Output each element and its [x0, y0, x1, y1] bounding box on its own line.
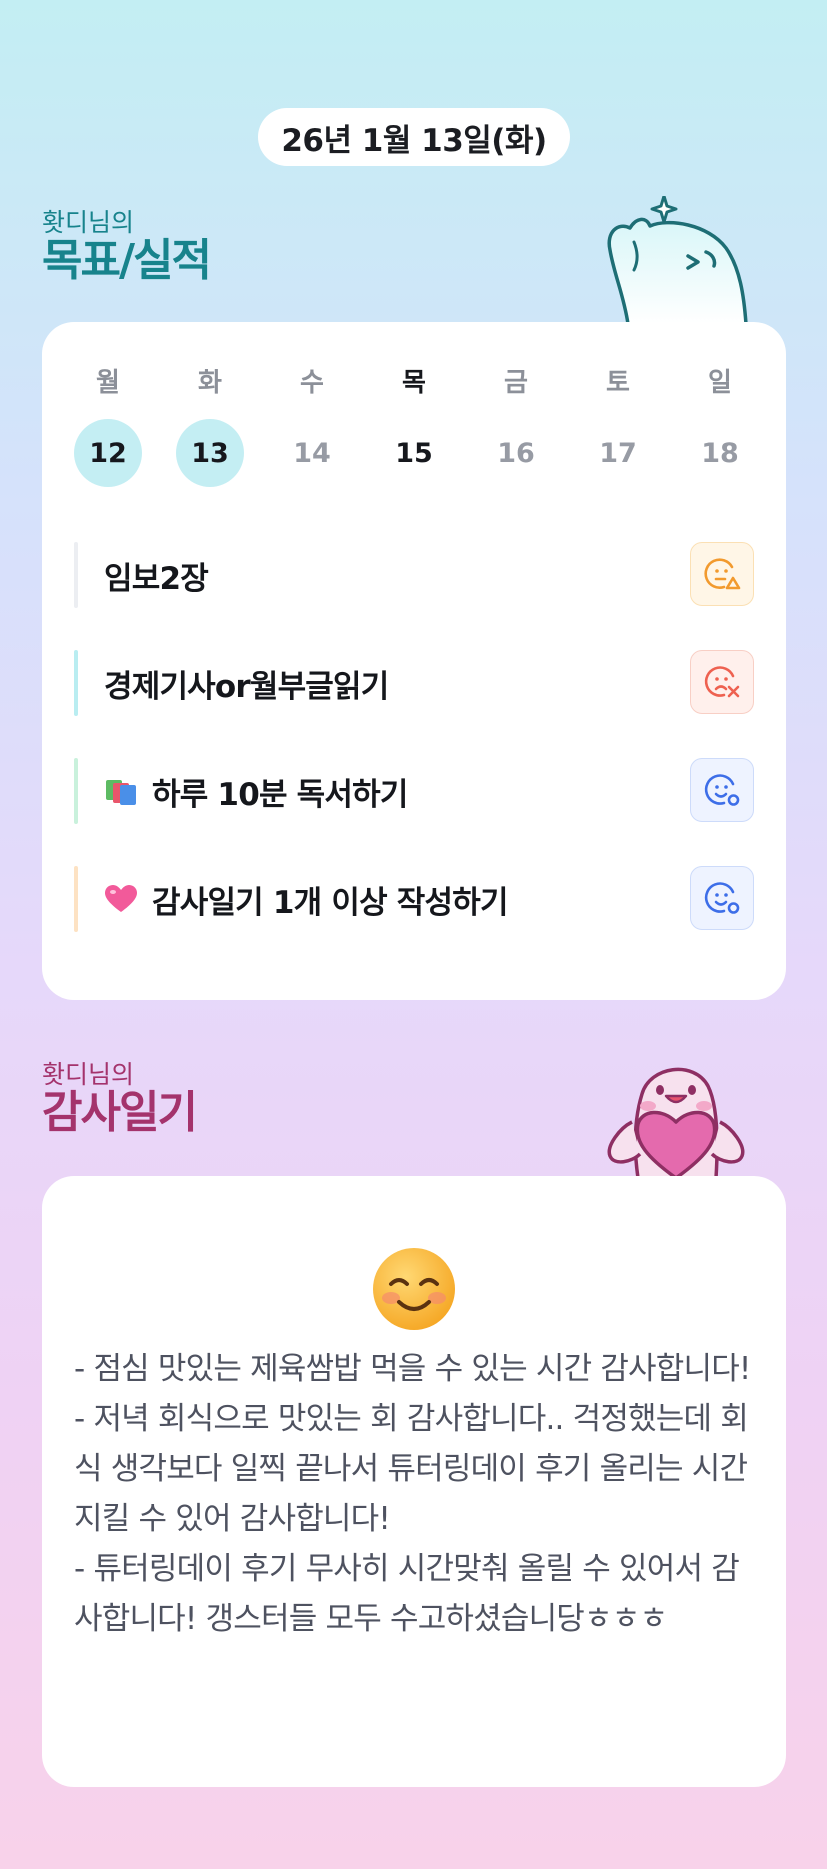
date-cell-done[interactable]: 12: [74, 419, 142, 487]
diary-title: 감사일기: [42, 1087, 198, 1138]
date-cell[interactable]: 16: [482, 419, 550, 487]
goals-section-title: 홧디님의 목표/실적: [42, 208, 212, 286]
goal-label: 임보2장: [104, 542, 209, 608]
goals-card: 월 화 수 목 금 토 일 12 13 14 15 16 17 18 임보2장: [42, 322, 786, 1000]
diary-owner: 홧디님의: [42, 1060, 135, 1089]
goal-text: 경제기사or월부글읽기: [104, 668, 389, 705]
weekday-label-today: 목: [402, 368, 426, 398]
date-cell[interactable]: 14: [278, 419, 346, 487]
date-cell-done[interactable]: 13: [176, 419, 244, 487]
goal-text: 감사일기 1개 이상 작성하기: [152, 884, 508, 921]
goal-label: 하루 10분 독서하기: [104, 758, 408, 824]
date-cell-today[interactable]: 15: [380, 419, 448, 487]
date-label: 26년 1월 13일(화): [281, 122, 547, 159]
weekday-row: 월 화 수 목 금 토 일: [74, 362, 754, 399]
goal-accent-bar: [74, 758, 78, 824]
pink-heart-mascot-icon: [607, 1067, 745, 1178]
goal-label: 감사일기 1개 이상 작성하기: [104, 866, 508, 932]
goal-text: 하루 10분 독서하기: [152, 776, 408, 813]
success-face-o-icon: [704, 774, 740, 806]
diary-card: - 점심 맛있는 제육쌈밥 먹을 수 있는 시간 감사합니다! - 저녁 회식으…: [42, 1176, 786, 1787]
goal-status-fail[interactable]: [690, 650, 754, 714]
date-row: 12 13 14 15 16 17 18: [74, 419, 754, 487]
partial-face-triangle-icon: [704, 558, 741, 590]
success-face-o-icon: [704, 882, 740, 914]
goal-status-success[interactable]: [690, 758, 754, 822]
mint-mascot-icon: [607, 196, 748, 324]
goal-accent-bar: [74, 866, 78, 932]
goal-item[interactable]: 경제기사or월부글읽기: [74, 650, 754, 716]
goal-item[interactable]: 하루 10분 독서하기: [74, 758, 754, 824]
goals-owner: 홧디님의: [42, 208, 135, 237]
goals-title: 목표/실적: [42, 235, 212, 286]
smiling-face-icon: [373, 1248, 455, 1330]
weekday-label: 토: [606, 368, 630, 398]
weekday-label: 화: [198, 368, 222, 398]
diary-text: - 점심 맛있는 제육쌈밥 먹을 수 있는 시간 감사합니다! - 저녁 회식으…: [74, 1351, 751, 1637]
week-calendar: 월 화 수 목 금 토 일 12 13 14 15 16 17 18: [74, 362, 754, 487]
goal-label: 경제기사or월부글읽기: [104, 650, 389, 716]
goal-item[interactable]: 임보2장: [74, 542, 754, 608]
date-cell[interactable]: 18: [686, 419, 754, 487]
goal-status-success[interactable]: [690, 866, 754, 930]
weekday-label: 수: [300, 368, 324, 398]
goal-accent-bar: [74, 542, 78, 608]
goal-item[interactable]: 감사일기 1개 이상 작성하기: [74, 866, 754, 932]
goal-status-partial[interactable]: [690, 542, 754, 606]
goal-accent-bar: [74, 650, 78, 716]
date-cell[interactable]: 17: [584, 419, 652, 487]
weekday-label: 일: [708, 368, 732, 398]
books-icon: [104, 776, 138, 806]
diary-section-title: 홧디님의 감사일기: [42, 1060, 198, 1138]
goal-text: 임보2장: [104, 560, 209, 597]
date-pill[interactable]: 26년 1월 13일(화): [258, 108, 570, 166]
pink-heart-icon: [104, 884, 138, 914]
weekday-label: 금: [504, 368, 528, 398]
weekday-label: 월: [96, 368, 120, 398]
fail-face-x-icon: [704, 666, 740, 698]
